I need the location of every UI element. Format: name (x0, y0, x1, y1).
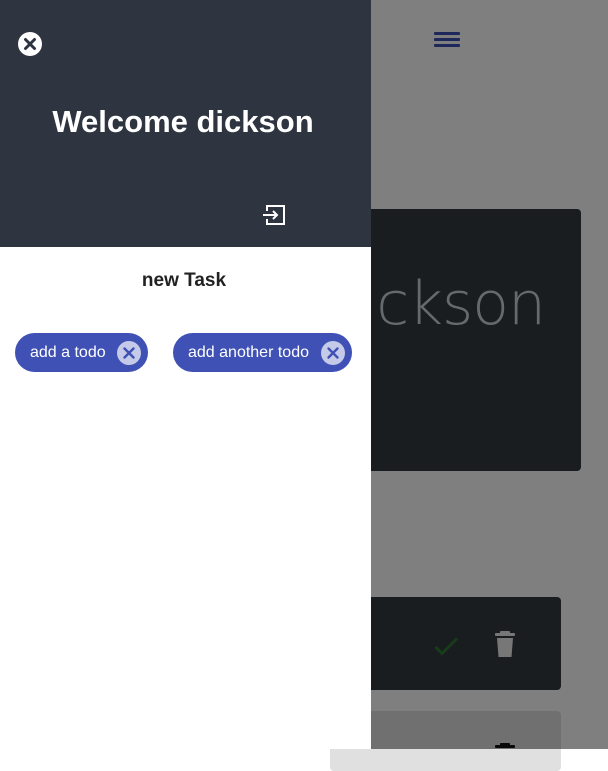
cancel-circle-icon (327, 346, 339, 359)
chip-delete-button[interactable] (321, 340, 345, 365)
cancel-circle-icon (123, 346, 135, 359)
close-drawer-button[interactable] (18, 32, 42, 56)
side-drawer: Welcome dickson new Task add a todo add … (0, 0, 371, 749)
chip-label: add another todo (188, 343, 309, 361)
todo-chip[interactable]: add a todo (15, 333, 148, 372)
new-task-heading: new Task (141, 270, 227, 291)
close-circle-icon (24, 38, 36, 50)
drawer-header: Welcome dickson (0, 0, 371, 247)
chip-delete-button[interactable] (117, 340, 141, 365)
welcome-title: Welcome dickson (52, 104, 314, 139)
logout-icon[interactable] (262, 202, 288, 228)
chip-label: add a todo (30, 343, 106, 361)
todo-chip[interactable]: add another todo (173, 333, 352, 372)
